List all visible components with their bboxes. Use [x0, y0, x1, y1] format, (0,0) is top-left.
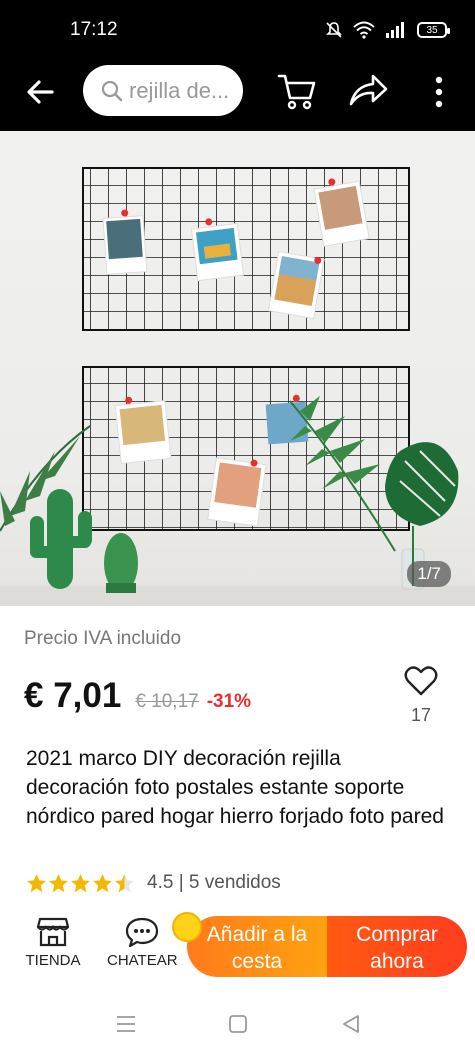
- store-button[interactable]: TIENDA: [18, 916, 88, 969]
- wifi-icon: [353, 21, 375, 39]
- add-to-cart-button[interactable]: Añadir a la cesta: [187, 916, 327, 977]
- star-icon: [27, 873, 46, 892]
- store-label: TIENDA: [25, 952, 81, 969]
- product-image-gallery[interactable]: 1/7: [0, 131, 475, 606]
- status-bar: 17:12 35: [0, 0, 475, 58]
- rating-row[interactable]: 4.5 | 5 vendidos: [26, 872, 281, 894]
- cart-icon[interactable]: [276, 70, 318, 112]
- signal-icon: [386, 22, 404, 38]
- share-icon[interactable]: [347, 70, 389, 112]
- vat-label: Precio IVA incluido: [24, 628, 182, 649]
- price-row: € 7,01 € 10,17 -31%: [24, 676, 251, 716]
- menu-icon[interactable]: [112, 1010, 140, 1038]
- coin-icon: [172, 912, 202, 942]
- chat-icon: [125, 917, 159, 948]
- header: rejilla de...: [0, 58, 475, 131]
- search-icon: [101, 80, 123, 101]
- star-icon: [49, 873, 68, 892]
- wishlist-heart-icon[interactable]: [404, 664, 438, 698]
- status-icons: 35: [325, 18, 450, 42]
- action-bar: TIENDA CHATEAR Añadir a la cesta Comprar…: [0, 912, 475, 984]
- chat-button[interactable]: CHATEAR: [107, 916, 178, 969]
- rating-and-sales: 4.5 | 5 vendidos: [147, 872, 281, 893]
- star-icon: [71, 873, 90, 892]
- search-placeholder: rejilla de...: [129, 77, 230, 103]
- original-price: € 10,17: [135, 691, 199, 712]
- product-photo: [0, 167, 475, 606]
- wishlist-count: 17: [410, 705, 432, 725]
- more-options-icon[interactable]: [425, 72, 453, 112]
- image-counter: 1/7: [407, 561, 451, 587]
- product-title: 2021 marco DIY decoración rejilla decora…: [26, 747, 444, 828]
- top-bar: 17:12 35 rejilla de...: [0, 0, 475, 131]
- back-arrow-icon[interactable]: [22, 72, 62, 112]
- star-rating: [26, 873, 135, 894]
- store-icon: [36, 917, 70, 947]
- current-price: € 7,01: [24, 676, 122, 715]
- half-star-icon: [115, 873, 134, 892]
- discount-badge: -31%: [206, 691, 252, 712]
- system-nav-bar: [0, 994, 475, 1056]
- battery-icon: 35: [417, 22, 450, 38]
- back-icon[interactable]: [337, 1010, 365, 1038]
- star-icon: [93, 873, 112, 892]
- search-input[interactable]: rejilla de...: [83, 65, 243, 116]
- home-icon[interactable]: [224, 1010, 252, 1038]
- buy-now-button[interactable]: Comprar ahora: [327, 916, 467, 977]
- mute-icon: [326, 22, 342, 38]
- chat-label: CHATEAR: [107, 952, 178, 969]
- status-time: 17:12: [70, 19, 118, 40]
